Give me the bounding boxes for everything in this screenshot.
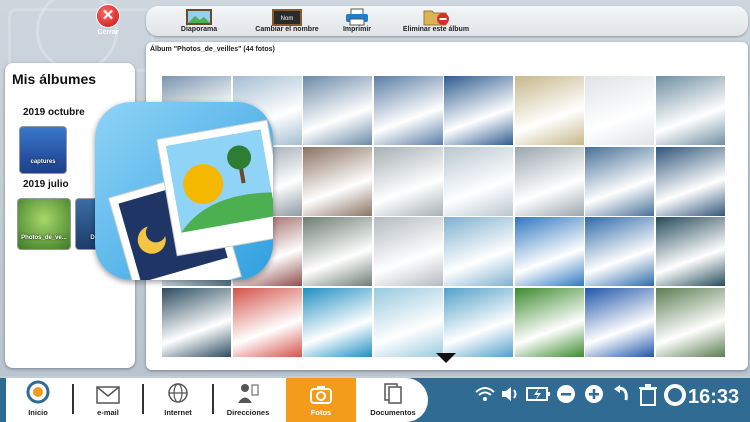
toolbar: Diaporama Nom Cambiar el nombre Imprimir… xyxy=(146,6,748,36)
photo-thumbnail[interactable] xyxy=(303,287,372,357)
envelope-icon xyxy=(76,378,140,404)
help-lifebuoy-icon[interactable] xyxy=(664,384,686,411)
zoom-in-icon[interactable] xyxy=(584,384,604,409)
svg-text:Nom: Nom xyxy=(281,16,294,22)
album-title: Álbum "Photos_de_veilles" (44 fotos) xyxy=(150,46,275,53)
globe-icon xyxy=(146,378,210,404)
photo-thumbnail[interactable] xyxy=(585,217,654,286)
dock-item-fotos[interactable]: Fotos xyxy=(286,378,356,422)
photo-thumbnail[interactable] xyxy=(585,287,654,357)
dock-item-email[interactable]: e-mail xyxy=(76,378,140,422)
dock-separator xyxy=(142,384,144,414)
delete-folder-icon xyxy=(396,8,476,26)
home-icon xyxy=(6,378,70,404)
photo-thumbnail[interactable] xyxy=(373,76,443,145)
photo-thumbnail[interactable] xyxy=(585,146,654,216)
rename-sign-icon: Nom xyxy=(242,8,332,26)
app-dock: Inicio e-mail Internet Direcciones Fotos… xyxy=(6,378,428,422)
photo-thumbnail[interactable] xyxy=(444,217,513,286)
album-thumb-captures[interactable]: captures xyxy=(19,126,67,174)
photo-thumbnail[interactable] xyxy=(514,146,584,216)
close-icon: ✕ xyxy=(96,4,120,28)
documents-icon xyxy=(358,378,428,404)
photo-thumbnail[interactable] xyxy=(444,76,513,145)
dock-item-inicio[interactable]: Inicio xyxy=(6,378,70,422)
album-group-year: 2019 octubre xyxy=(23,107,85,118)
back-arrow-icon[interactable] xyxy=(612,384,632,409)
photos-app-icon: ✦ ✦ xyxy=(95,102,289,307)
trash-icon[interactable] xyxy=(638,384,658,411)
contacts-icon xyxy=(216,378,280,404)
printer-icon xyxy=(332,8,382,26)
photo-thumbnail[interactable] xyxy=(162,287,231,357)
close-label: Cerrar xyxy=(97,29,119,36)
album-thumb-photos-de-veilles[interactable]: Photos_de_ve... xyxy=(17,198,71,250)
slideshow-icon xyxy=(174,8,224,26)
photo-thumbnail[interactable] xyxy=(232,287,302,357)
camera-icon xyxy=(286,378,356,404)
photo-thumbnail[interactable] xyxy=(655,217,725,286)
volume-icon[interactable] xyxy=(500,384,522,409)
photo-thumbnail[interactable] xyxy=(514,76,584,145)
photo-thumbnail[interactable] xyxy=(373,287,443,357)
battery-charging-icon xyxy=(526,384,552,409)
photo-thumbnail[interactable] xyxy=(303,217,372,286)
slideshow-button[interactable]: Diaporama xyxy=(174,8,224,33)
scroll-down-arrow-icon[interactable] xyxy=(436,353,456,363)
dock-separator xyxy=(212,384,214,414)
close-button[interactable]: ✕ Cerrar xyxy=(88,4,128,36)
dock-separator xyxy=(72,384,74,414)
photo-thumbnail[interactable] xyxy=(585,76,654,145)
delete-album-button[interactable]: Eliminar este álbum xyxy=(396,8,476,33)
album-group-year: 2019 julio xyxy=(23,179,69,190)
sidebar-title: Mis álbumes xyxy=(12,71,97,87)
photo-thumbnail[interactable] xyxy=(444,287,513,357)
photo-thumbnail[interactable] xyxy=(655,76,725,145)
zoom-out-icon[interactable] xyxy=(556,384,576,409)
rename-button[interactable]: Nom Cambiar el nombre xyxy=(242,8,332,33)
photo-thumbnail[interactable] xyxy=(373,146,443,216)
photo-thumbnail[interactable] xyxy=(444,146,513,216)
photo-thumbnail[interactable] xyxy=(303,76,372,145)
photo-thumbnail[interactable] xyxy=(514,287,584,357)
dock-item-documentos[interactable]: Documentos xyxy=(358,378,428,422)
dock-item-direcciones[interactable]: Direcciones xyxy=(216,378,280,422)
clock: 16:33 xyxy=(688,386,740,408)
print-button[interactable]: Imprimir xyxy=(332,8,382,33)
photo-thumbnail[interactable] xyxy=(373,217,443,286)
photo-thumbnail[interactable] xyxy=(655,146,725,216)
photo-thumbnail[interactable] xyxy=(514,217,584,286)
photo-thumbnail[interactable] xyxy=(655,287,725,357)
photo-thumbnail[interactable] xyxy=(303,146,372,216)
wifi-icon[interactable] xyxy=(474,384,496,409)
dock-item-internet[interactable]: Internet xyxy=(146,378,210,422)
